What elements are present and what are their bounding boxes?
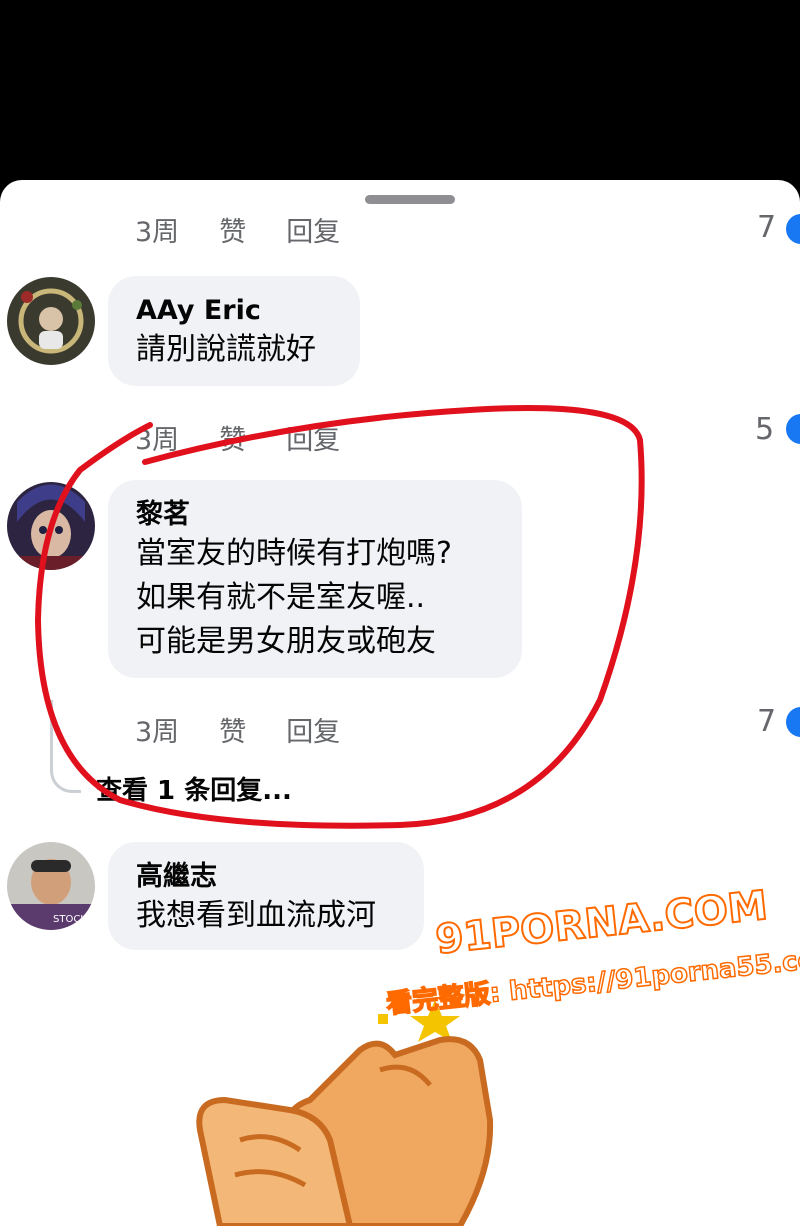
comment-author[interactable]: AAy Eric bbox=[136, 294, 332, 328]
reply-button[interactable]: 回复 bbox=[286, 710, 340, 749]
watermark: 91PORNA.COM 看完整版: https://91porna55.com bbox=[384, 882, 800, 1040]
comment-author[interactable]: 高繼志 bbox=[136, 860, 396, 894]
reaction-count[interactable]: 7 bbox=[757, 210, 776, 245]
sheet-grabber[interactable] bbox=[365, 195, 455, 204]
avatar[interactable] bbox=[7, 277, 95, 365]
avatar[interactable] bbox=[7, 482, 95, 570]
like-button[interactable]: 赞 bbox=[219, 418, 246, 457]
comment-time: 3周 bbox=[135, 425, 180, 456]
reaction-count[interactable]: 5 bbox=[755, 412, 774, 447]
comment-text: 請別說謊就好 bbox=[136, 332, 316, 367]
comment-time: 3周 bbox=[135, 217, 180, 248]
comment-bubble[interactable]: 黎茗 當室友的時候有打炮嗎? 如果有就不是室友喔.. 可能是男女朋友或砲友 bbox=[108, 480, 522, 678]
reaction-count[interactable]: 7 bbox=[757, 704, 776, 739]
comment-time: 3周 bbox=[135, 717, 180, 748]
avatar-image bbox=[7, 482, 95, 570]
avatar-badge-text: STOCK bbox=[53, 914, 87, 925]
comment-bubble[interactable]: 高繼志 我想看到血流成河 bbox=[108, 842, 424, 950]
avatar-image: STOCK bbox=[7, 842, 95, 930]
like-button[interactable]: 赞 bbox=[219, 210, 246, 249]
avatar-image bbox=[7, 277, 95, 365]
view-replies-link[interactable]: 查看 1 条回复... bbox=[96, 770, 292, 807]
comment-author[interactable]: 黎茗 bbox=[136, 498, 494, 532]
like-reaction-icon bbox=[786, 214, 800, 244]
comments-sheet: 3周 赞 回复 7 AAy Eric 請別說謊就好 3周 赞 回复 5 黎茗 當… bbox=[0, 180, 800, 1226]
like-reaction-icon bbox=[786, 707, 800, 737]
reply-thread-line bbox=[50, 700, 81, 793]
comment-text: 當室友的時候有打炮嗎? bbox=[136, 536, 452, 571]
comment-meta-row: 3周 赞 回复 bbox=[135, 210, 340, 249]
comment-bubble[interactable]: AAy Eric 請別說謊就好 bbox=[108, 276, 360, 386]
reply-button[interactable]: 回复 bbox=[286, 210, 340, 249]
like-button[interactable]: 赞 bbox=[219, 710, 246, 749]
avatar[interactable]: STOCK bbox=[7, 842, 95, 930]
comment-meta-row: 3周 赞 回复 bbox=[135, 418, 340, 457]
comment-meta-row: 3周 赞 回复 bbox=[135, 710, 340, 749]
reply-button[interactable]: 回复 bbox=[286, 418, 340, 457]
comment-text: 我想看到血流成河 bbox=[136, 898, 376, 933]
comment-text: 如果有就不是室友喔.. bbox=[136, 580, 426, 615]
comment-text: 可能是男女朋友或砲友 bbox=[136, 624, 436, 659]
like-reaction-icon bbox=[786, 414, 800, 444]
